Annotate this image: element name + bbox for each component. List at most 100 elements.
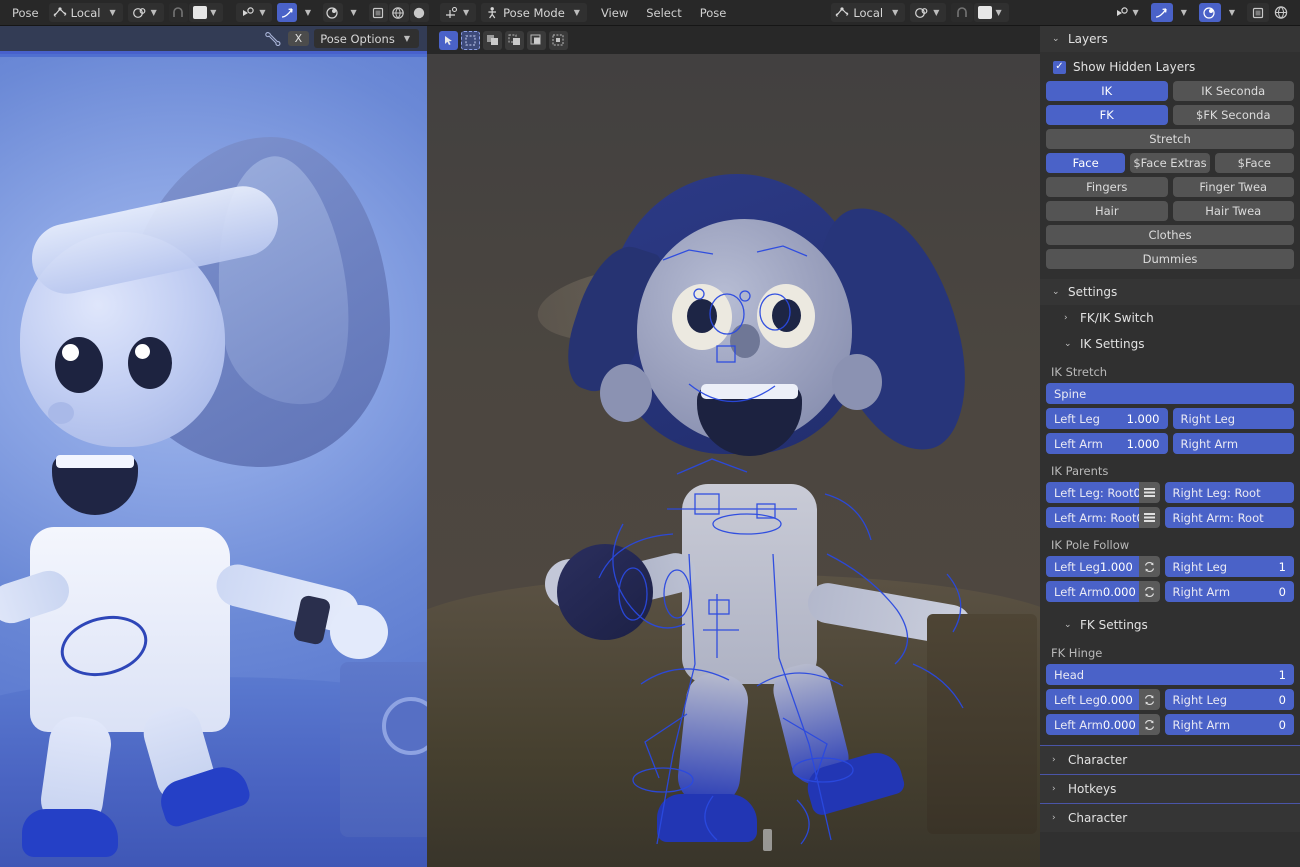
ik-stretch-left-arm[interactable]: Left Arm 1.000	[1046, 433, 1168, 454]
viewport-shading-rendered-left[interactable]	[409, 3, 429, 22]
ik-stretch-right-leg[interactable]: Right Leg	[1172, 408, 1294, 429]
ik-parents-left-arm-list-icon[interactable]	[1138, 507, 1160, 528]
pivot-point-dropdown-left[interactable]: ▼	[127, 3, 164, 22]
xray-toggle-mid[interactable]	[1150, 3, 1173, 22]
layer-button-ik[interactable]: IK	[1046, 81, 1168, 101]
menu-view[interactable]: View	[592, 3, 637, 23]
panel-header-ik-settings[interactable]: ⌄ IK Settings	[1040, 331, 1300, 357]
layer-button-fk-secondary[interactable]: $FK Seconda	[1172, 105, 1294, 125]
transform-orientation-dropdown-mid[interactable]: Local ▼	[831, 3, 906, 22]
show-hidden-layers-row[interactable]: ✓ Show Hidden Layers	[1046, 54, 1294, 81]
fk-hinge-left-leg-animate-icon[interactable]	[1138, 689, 1160, 710]
ik-pole-left-leg-animate-icon[interactable]	[1138, 556, 1160, 577]
layer-button-ik-secondary[interactable]: IK Seconda	[1172, 81, 1294, 101]
main-viewport[interactable]: ‹› (?) 1 | RIG-girl.rig	[427, 26, 1040, 867]
panel-header-character-1[interactable]: › Character	[1040, 745, 1300, 774]
ik-pole-right-leg[interactable]: Right Leg 1	[1164, 556, 1294, 577]
layer-button-hair[interactable]: Hair	[1046, 201, 1168, 221]
proportional-edit-dropdown-mid[interactable]: ▼	[1110, 3, 1146, 22]
layer-button-face-extras[interactable]: $Face Extras	[1130, 153, 1210, 173]
overlays-dropdown-mid[interactable]: ▼	[1222, 3, 1242, 22]
ik-stretch-right-arm[interactable]: Right Arm	[1172, 433, 1294, 454]
viewport-shading-solid-left[interactable]	[368, 3, 389, 22]
close-button[interactable]: X	[287, 31, 310, 46]
viewport-shading-material-left[interactable]	[389, 3, 409, 22]
snap-magnet-toggle-mid[interactable]	[951, 3, 974, 22]
xray-toggle-left[interactable]	[277, 3, 297, 22]
layer-button-hair-tweak[interactable]: Hair Twea	[1172, 201, 1294, 221]
ik-parents-left-leg-list-icon[interactable]	[1138, 482, 1160, 503]
viewport-shading-material-mid[interactable]	[1270, 3, 1292, 22]
layer-button-fk[interactable]: FK	[1046, 105, 1168, 125]
pose-options-label: Pose Options	[320, 31, 395, 46]
ik-pole-left-arm[interactable]: Left Arm 0.000	[1046, 581, 1139, 602]
proportional-edit-dropdown-left[interactable]: ▼	[236, 3, 273, 22]
ik-pole-left-leg[interactable]: Left Leg 1.000	[1046, 556, 1139, 577]
overlays-toggle-left[interactable]	[323, 3, 343, 22]
ik-pole-left-arm-group: Left Arm 0.000	[1046, 581, 1160, 602]
panel-header-settings[interactable]: ⌄ Settings	[1040, 279, 1300, 305]
ik-stretch-left-leg[interactable]: Left Leg 1.000	[1046, 408, 1168, 429]
panel-header-hotkeys[interactable]: › Hotkeys	[1040, 774, 1300, 803]
chevron-right-icon: ›	[1064, 313, 1068, 323]
ik-parents-right-arm[interactable]: Right Arm: Root	[1164, 507, 1294, 528]
panel-header-character-2[interactable]: › Character	[1040, 803, 1300, 832]
transform-orientation-dropdown-left[interactable]: Local ▼	[48, 3, 123, 22]
overlays-dropdown-left[interactable]: ▼	[344, 3, 364, 22]
ik-pole-right-arm-label: Right Arm	[1172, 584, 1231, 599]
snap-target-dropdown-mid[interactable]: ▼	[974, 3, 1009, 22]
snap-target-dropdown-left[interactable]: ▼	[189, 3, 224, 22]
chevron-down-icon: ⌄	[1052, 34, 1060, 44]
ik-parents-left-leg[interactable]: Left Leg: Root 0	[1046, 482, 1139, 503]
snap-magnet-toggle-left[interactable]	[168, 3, 189, 22]
mode-dropdown[interactable]: Pose Mode ▼	[481, 3, 587, 22]
ik-parents-right-leg[interactable]: Right Leg: Root	[1164, 482, 1294, 503]
select-extend-tool[interactable]	[483, 30, 502, 50]
layer-button-dummies[interactable]: Dummies	[1046, 249, 1294, 269]
layer-button-face[interactable]: Face	[1046, 153, 1126, 173]
rig-ui-properties-panel[interactable]: ⌄ Layers ✓ Show Hidden Layers IK IK Seco…	[1040, 26, 1300, 867]
xray-dropdown-left[interactable]: ▼	[298, 3, 318, 22]
panel-header-layers[interactable]: ⌄ Layers	[1040, 26, 1300, 52]
select-subtract-tool[interactable]	[505, 30, 524, 50]
ik-stretch-spine[interactable]: Spine	[1046, 383, 1294, 404]
pivot-point-dropdown-mid[interactable]: ▼	[910, 3, 947, 22]
select-difference-tool[interactable]	[549, 30, 568, 50]
fk-hinge-left-leg[interactable]: Left Leg 0.000	[1046, 689, 1139, 710]
menu-pose[interactable]: Pose	[691, 3, 736, 23]
overlays-toggle-mid[interactable]	[1198, 3, 1221, 22]
pose-options-dropdown[interactable]: Pose Options ▼	[314, 29, 419, 48]
ik-parents-left-leg-value: 0	[1133, 485, 1139, 500]
editor-type-dropdown[interactable]: ▼	[440, 3, 477, 22]
layer-button-finger-tweak[interactable]: Finger Twea	[1172, 177, 1294, 197]
fk-hinge-right-leg[interactable]: Right Leg 0	[1164, 689, 1294, 710]
render-hand-right	[330, 605, 388, 659]
menu-select[interactable]: Select	[637, 3, 690, 23]
fk-hinge-left-arm-animate-icon[interactable]	[1138, 714, 1160, 735]
bone-icon[interactable]	[263, 30, 283, 48]
ik-pole-right-arm[interactable]: Right Arm 0	[1164, 581, 1294, 602]
layer-button-fingers[interactable]: Fingers	[1046, 177, 1168, 197]
main-viewport-header: ▼ Pose Mode ▼ View Select Pose Local ▼ ▼…	[430, 0, 1300, 26]
ik-parents-left-arm[interactable]: Left Arm: Root 0	[1046, 507, 1139, 528]
ik-pole-left-leg-label: Left Leg	[1054, 559, 1100, 574]
panel-header-fk-settings[interactable]: ⌄ FK Settings	[1040, 612, 1300, 638]
properties-scroll-area[interactable]: ⌄ Layers ✓ Show Hidden Layers IK IK Seco…	[1040, 26, 1300, 867]
fk-hinge-head[interactable]: Head 1	[1046, 664, 1294, 685]
show-hidden-layers-checkbox[interactable]: ✓	[1053, 60, 1066, 74]
fk-hinge-right-arm[interactable]: Right Arm 0	[1164, 714, 1294, 735]
layer-button-face-extra2[interactable]: $Face	[1214, 153, 1294, 173]
fk-hinge-left-arm[interactable]: Left Arm 0.000	[1046, 714, 1139, 735]
ik-pole-left-arm-animate-icon[interactable]	[1138, 581, 1160, 602]
pivot-icon	[915, 7, 928, 18]
viewport-shading-solid-mid[interactable]	[1247, 3, 1270, 22]
xray-dropdown-mid[interactable]: ▼	[1174, 3, 1194, 22]
tweak-tool[interactable]	[439, 30, 458, 50]
layer-button-clothes[interactable]: Clothes	[1046, 225, 1294, 245]
left-viewport[interactable]: X Pose Options ▼	[0, 26, 427, 867]
select-intersect-tool[interactable]	[527, 30, 546, 50]
panel-header-fkik-switch[interactable]: › FK/IK Switch	[1040, 305, 1300, 331]
fk-hinge-left-arm-group: Left Arm 0.000	[1046, 714, 1160, 735]
layer-button-stretch[interactable]: Stretch	[1046, 129, 1294, 149]
select-box-tool[interactable]	[461, 30, 480, 50]
